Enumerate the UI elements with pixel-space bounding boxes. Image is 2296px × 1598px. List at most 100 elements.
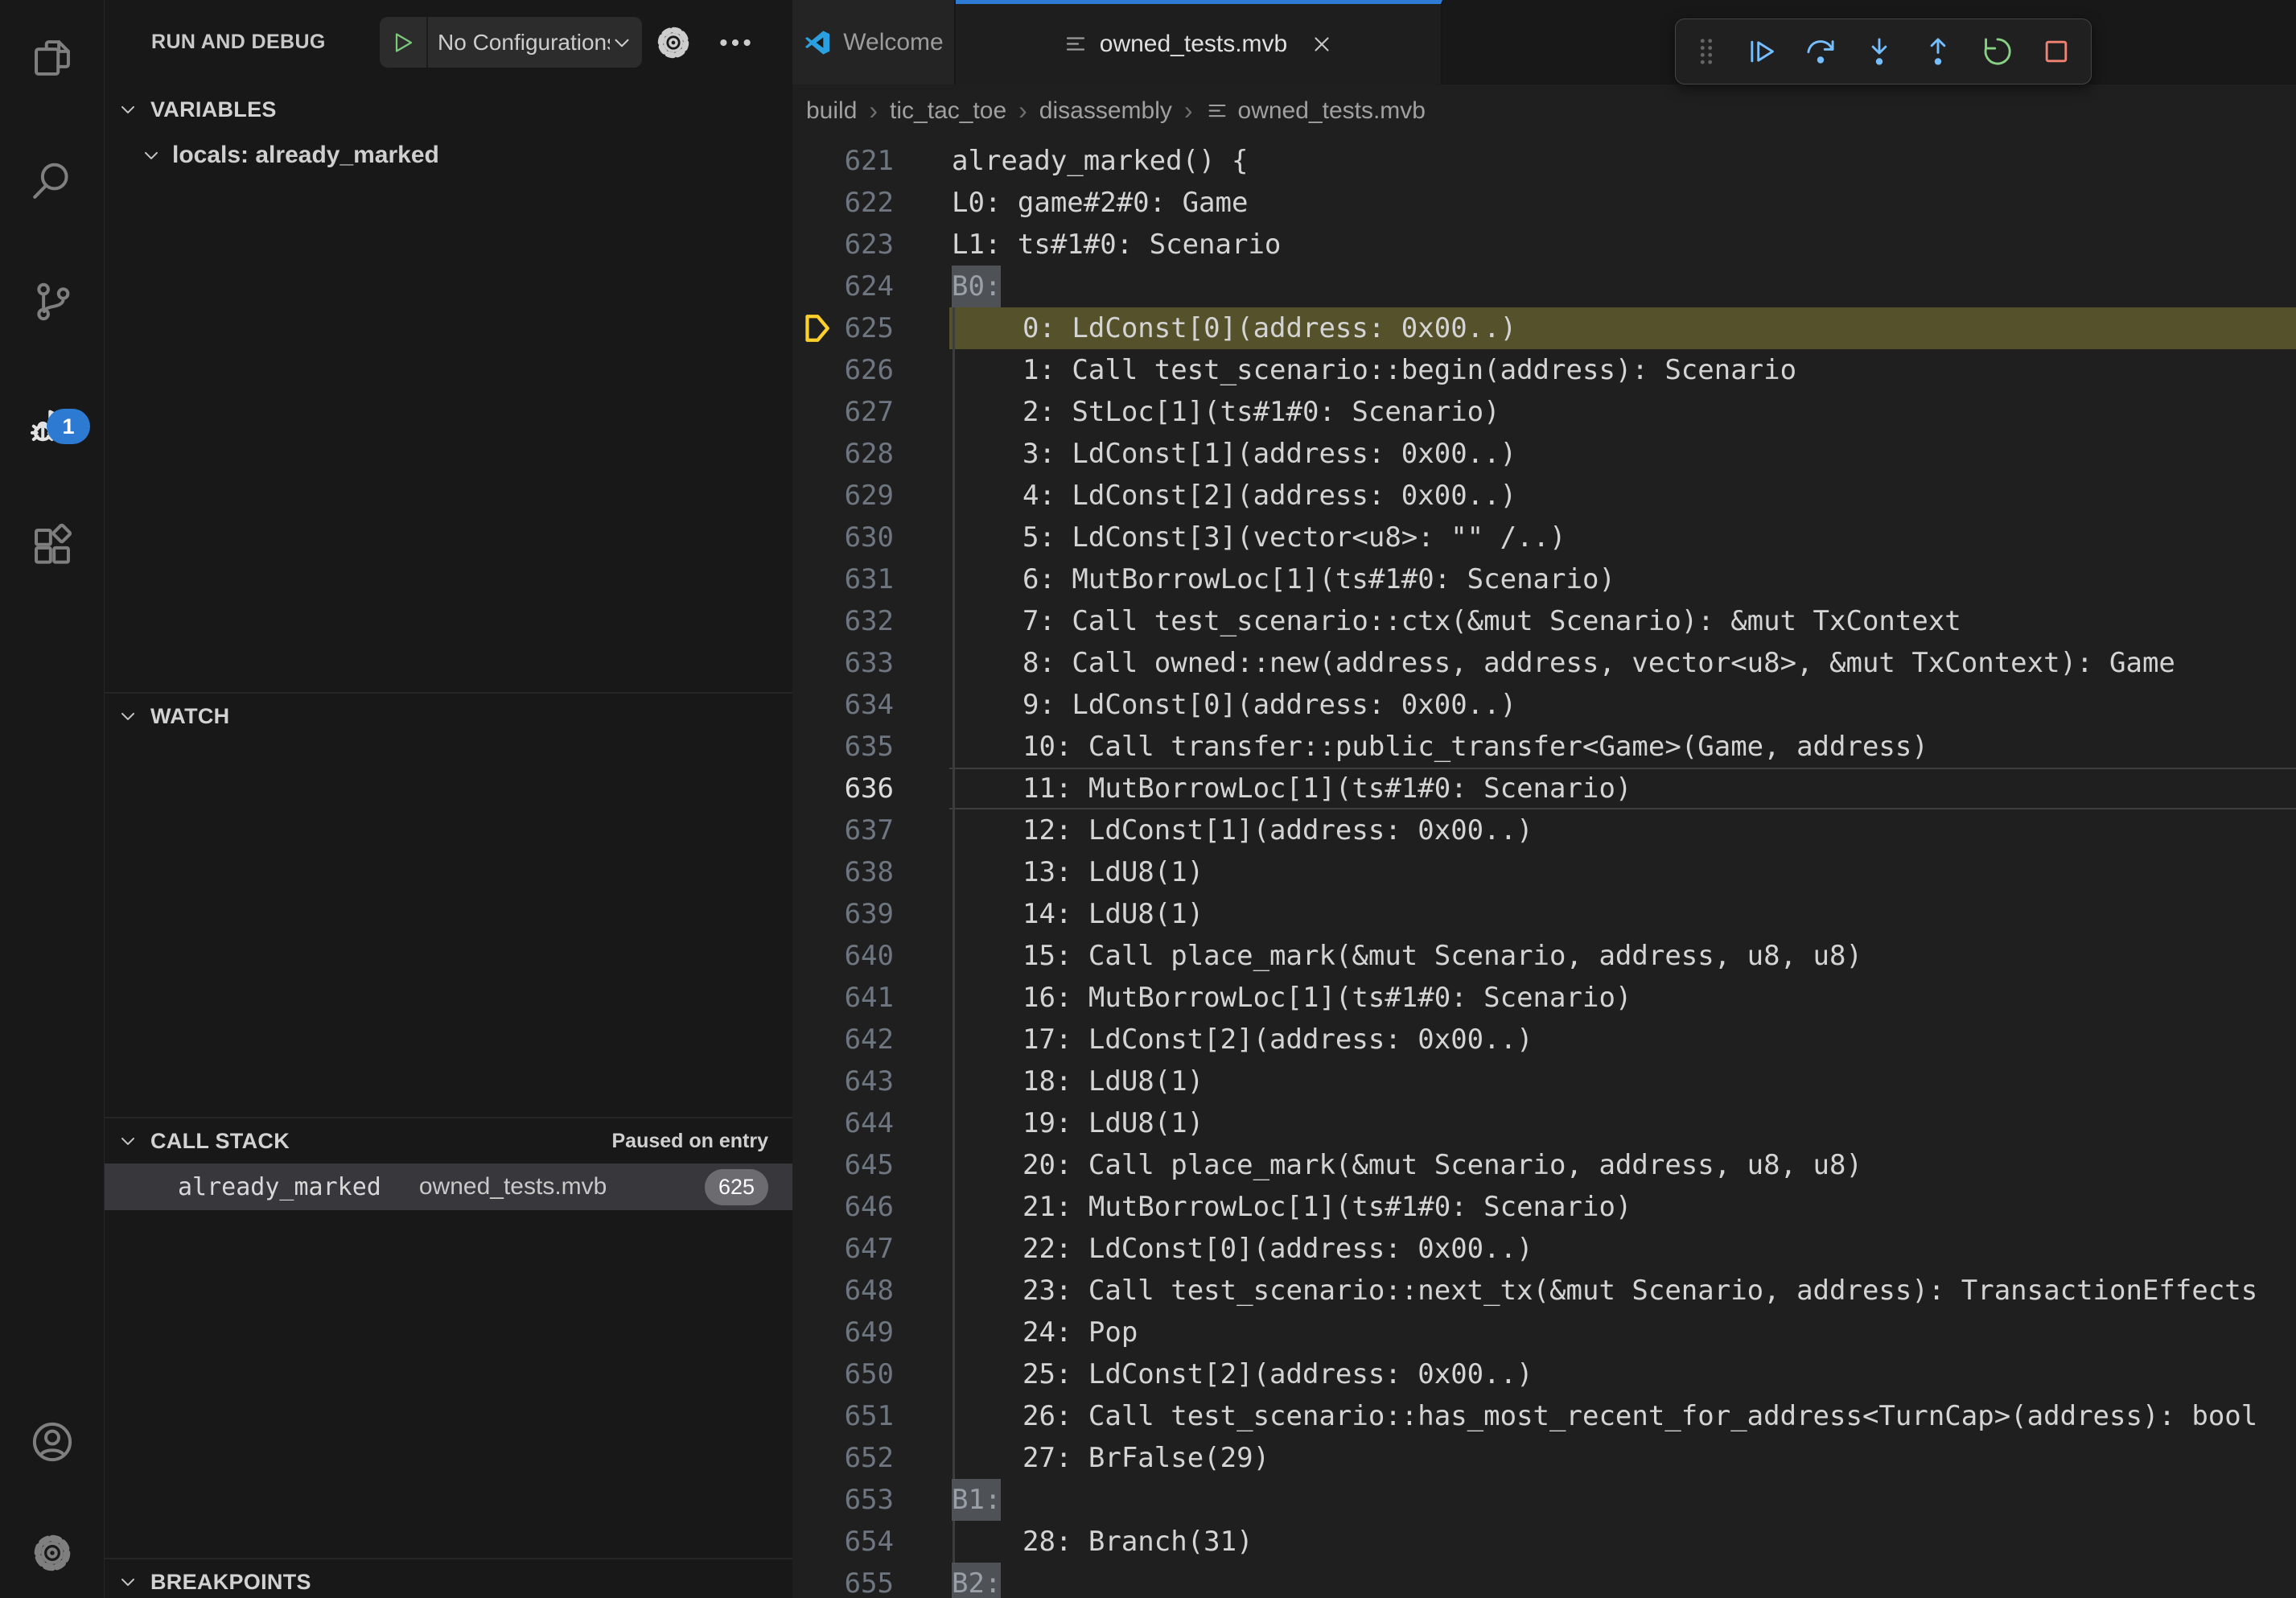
step-out-button[interactable]: [1921, 35, 1955, 68]
breakpoint-gutter[interactable]: 626: [792, 349, 949, 391]
line-content[interactable]: 25: LdConst[2](address: 0x00..): [949, 1353, 2296, 1395]
breakpoint-gutter[interactable]: 643: [792, 1061, 949, 1102]
line-content[interactable]: B2:: [949, 1563, 2296, 1598]
debug-settings-gear-icon[interactable]: [653, 23, 693, 63]
activity-item-search[interactable]: [29, 158, 76, 204]
code-line-635[interactable]: 63510: Call transfer::public_transfer<Ga…: [792, 726, 2296, 768]
line-content[interactable]: 26: Call test_scenario::has_most_recent_…: [949, 1395, 2296, 1437]
code-line-652[interactable]: 65227: BrFalse(29): [792, 1437, 2296, 1479]
breakpoint-gutter[interactable]: 629: [792, 475, 949, 517]
line-content[interactable]: 27: BrFalse(29): [949, 1437, 2296, 1479]
breakpoint-gutter[interactable]: 636: [792, 768, 949, 809]
code-line-646[interactable]: 64621: MutBorrowLoc[1](ts#1#0: Scenario): [792, 1186, 2296, 1228]
code-line-624[interactable]: 624B0:: [792, 266, 2296, 307]
code-line-653[interactable]: 653B1:: [792, 1479, 2296, 1521]
breadcrumb-item[interactable]: disassembly: [1039, 97, 1172, 125]
breakpoint-gutter[interactable]: 650: [792, 1353, 949, 1395]
variables-section-header[interactable]: VARIABLES: [105, 87, 792, 132]
breakpoint-gutter[interactable]: 651: [792, 1395, 949, 1437]
activity-item-accounts[interactable]: [29, 1419, 76, 1465]
line-content[interactable]: 15: Call place_mark(&mut Scenario, addre…: [949, 935, 2296, 977]
activity-item-settings[interactable]: [29, 1530, 76, 1576]
breakpoint-gutter[interactable]: 645: [792, 1144, 949, 1186]
continue-button[interactable]: [1744, 35, 1778, 68]
breakpoint-gutter[interactable]: 624: [792, 266, 949, 307]
restart-button[interactable]: [1981, 35, 2014, 68]
line-content[interactable]: 18: LdU8(1): [949, 1061, 2296, 1102]
code-line-625[interactable]: 6250: LdConst[0](address: 0x00..): [792, 307, 2296, 349]
line-content[interactable]: 3: LdConst[1](address: 0x00..): [949, 433, 2296, 475]
line-content[interactable]: 14: LdU8(1): [949, 893, 2296, 935]
activity-item-run-and-debug[interactable]: 1: [29, 401, 76, 447]
breadcrumb-item[interactable]: tic_tac_toe: [890, 97, 1006, 125]
start-debugging-button[interactable]: [380, 17, 426, 68]
code-line-638[interactable]: 63813: LdU8(1): [792, 851, 2296, 893]
breakpoint-gutter[interactable]: 628: [792, 433, 949, 475]
breakpoint-gutter[interactable]: 655: [792, 1563, 949, 1598]
line-content[interactable]: 8: Call owned::new(address, address, vec…: [949, 642, 2296, 684]
code-line-655[interactable]: 655B2:: [792, 1563, 2296, 1598]
debug-config-dropdown[interactable]: No Configurations: [428, 17, 642, 68]
breakpoint-gutter[interactable]: 639: [792, 893, 949, 935]
breakpoint-gutter[interactable]: 642: [792, 1019, 949, 1061]
line-content[interactable]: 16: MutBorrowLoc[1](ts#1#0: Scenario): [949, 977, 2296, 1019]
breakpoint-gutter[interactable]: 653: [792, 1479, 949, 1521]
line-content[interactable]: 1: Call test_scenario::begin(address): S…: [949, 349, 2296, 391]
code-line-636[interactable]: 63611: MutBorrowLoc[1](ts#1#0: Scenario): [792, 768, 2296, 809]
breakpoint-gutter[interactable]: 637: [792, 809, 949, 851]
breadcrumb-item[interactable]: build: [806, 97, 857, 125]
line-content[interactable]: 21: MutBorrowLoc[1](ts#1#0: Scenario): [949, 1186, 2296, 1228]
code-line-637[interactable]: 63712: LdConst[1](address: 0x00..): [792, 809, 2296, 851]
code-line-633[interactable]: 6338: Call owned::new(address, address, …: [792, 642, 2296, 684]
breakpoint-gutter[interactable]: 634: [792, 684, 949, 726]
line-content[interactable]: 6: MutBorrowLoc[1](ts#1#0: Scenario): [949, 558, 2296, 600]
line-content[interactable]: 10: Call transfer::public_transfer<Game>…: [949, 726, 2296, 768]
breakpoint-gutter[interactable]: 631: [792, 558, 949, 600]
breakpoint-gutter[interactable]: 649: [792, 1312, 949, 1353]
breakpoint-gutter[interactable]: 646: [792, 1186, 949, 1228]
more-actions-button[interactable]: [714, 22, 756, 64]
code-line-647[interactable]: 64722: LdConst[0](address: 0x00..): [792, 1228, 2296, 1270]
code-line-645[interactable]: 64520: Call place_mark(&mut Scenario, ad…: [792, 1144, 2296, 1186]
code-line-643[interactable]: 64318: LdU8(1): [792, 1061, 2296, 1102]
step-over-button[interactable]: [1804, 35, 1837, 68]
tab-welcome[interactable]: Welcome: [792, 0, 956, 84]
code-line-650[interactable]: 65025: LdConst[2](address: 0x00..): [792, 1353, 2296, 1395]
code-line-632[interactable]: 6327: Call test_scenario::ctx(&mut Scena…: [792, 600, 2296, 642]
line-content[interactable]: 19: LdU8(1): [949, 1102, 2296, 1144]
activity-item-source-control[interactable]: [29, 278, 76, 325]
code-line-641[interactable]: 64116: MutBorrowLoc[1](ts#1#0: Scenario): [792, 977, 2296, 1019]
line-content[interactable]: B1:: [949, 1479, 2296, 1521]
breakpoints-section-header[interactable]: BREAKPOINTS: [105, 1559, 792, 1598]
line-content[interactable]: 9: LdConst[0](address: 0x00..): [949, 684, 2296, 726]
line-content[interactable]: 28: Branch(31): [949, 1521, 2296, 1563]
line-content[interactable]: 7: Call test_scenario::ctx(&mut Scenario…: [949, 600, 2296, 642]
watch-section-header[interactable]: WATCH: [105, 694, 792, 739]
code-line-629[interactable]: 6294: LdConst[2](address: 0x00..): [792, 475, 2296, 517]
breakpoint-gutter[interactable]: 632: [792, 600, 949, 642]
breakpoint-gutter[interactable]: 627: [792, 391, 949, 433]
code-line-648[interactable]: 64823: Call test_scenario::next_tx(&mut …: [792, 1270, 2296, 1312]
line-content[interactable]: 5: LdConst[3](vector<u8>: "" /..): [949, 517, 2296, 558]
code-line-634[interactable]: 6349: LdConst[0](address: 0x00..): [792, 684, 2296, 726]
breakpoint-gutter[interactable]: 623: [792, 224, 949, 266]
line-content[interactable]: L0: game#2#0: Game: [949, 182, 2296, 224]
breakpoint-gutter[interactable]: 647: [792, 1228, 949, 1270]
line-content[interactable]: 0: LdConst[0](address: 0x00..): [949, 307, 2296, 349]
breakpoint-gutter[interactable]: 641: [792, 977, 949, 1019]
code-line-621[interactable]: 621already_marked() {: [792, 140, 2296, 182]
activity-item-explorer[interactable]: [29, 35, 76, 81]
line-content[interactable]: 4: LdConst[2](address: 0x00..): [949, 475, 2296, 517]
code-line-628[interactable]: 6283: LdConst[1](address: 0x00..): [792, 433, 2296, 475]
drag-handle-button[interactable]: [1693, 33, 1719, 70]
line-content[interactable]: 17: LdConst[2](address: 0x00..): [949, 1019, 2296, 1061]
code-line-651[interactable]: 65126: Call test_scenario::has_most_rece…: [792, 1395, 2296, 1437]
line-content[interactable]: 2: StLoc[1](ts#1#0: Scenario): [949, 391, 2296, 433]
code-line-623[interactable]: 623L1: ts#1#0: Scenario: [792, 224, 2296, 266]
code-line-627[interactable]: 6272: StLoc[1](ts#1#0: Scenario): [792, 391, 2296, 433]
breakpoint-gutter[interactable]: 622: [792, 182, 949, 224]
breadcrumb-file[interactable]: owned_tests.mvb: [1238, 97, 1426, 125]
breakpoint-gutter[interactable]: 635: [792, 726, 949, 768]
code-line-626[interactable]: 6261: Call test_scenario::begin(address)…: [792, 349, 2296, 391]
line-content[interactable]: B0:: [949, 266, 2296, 307]
